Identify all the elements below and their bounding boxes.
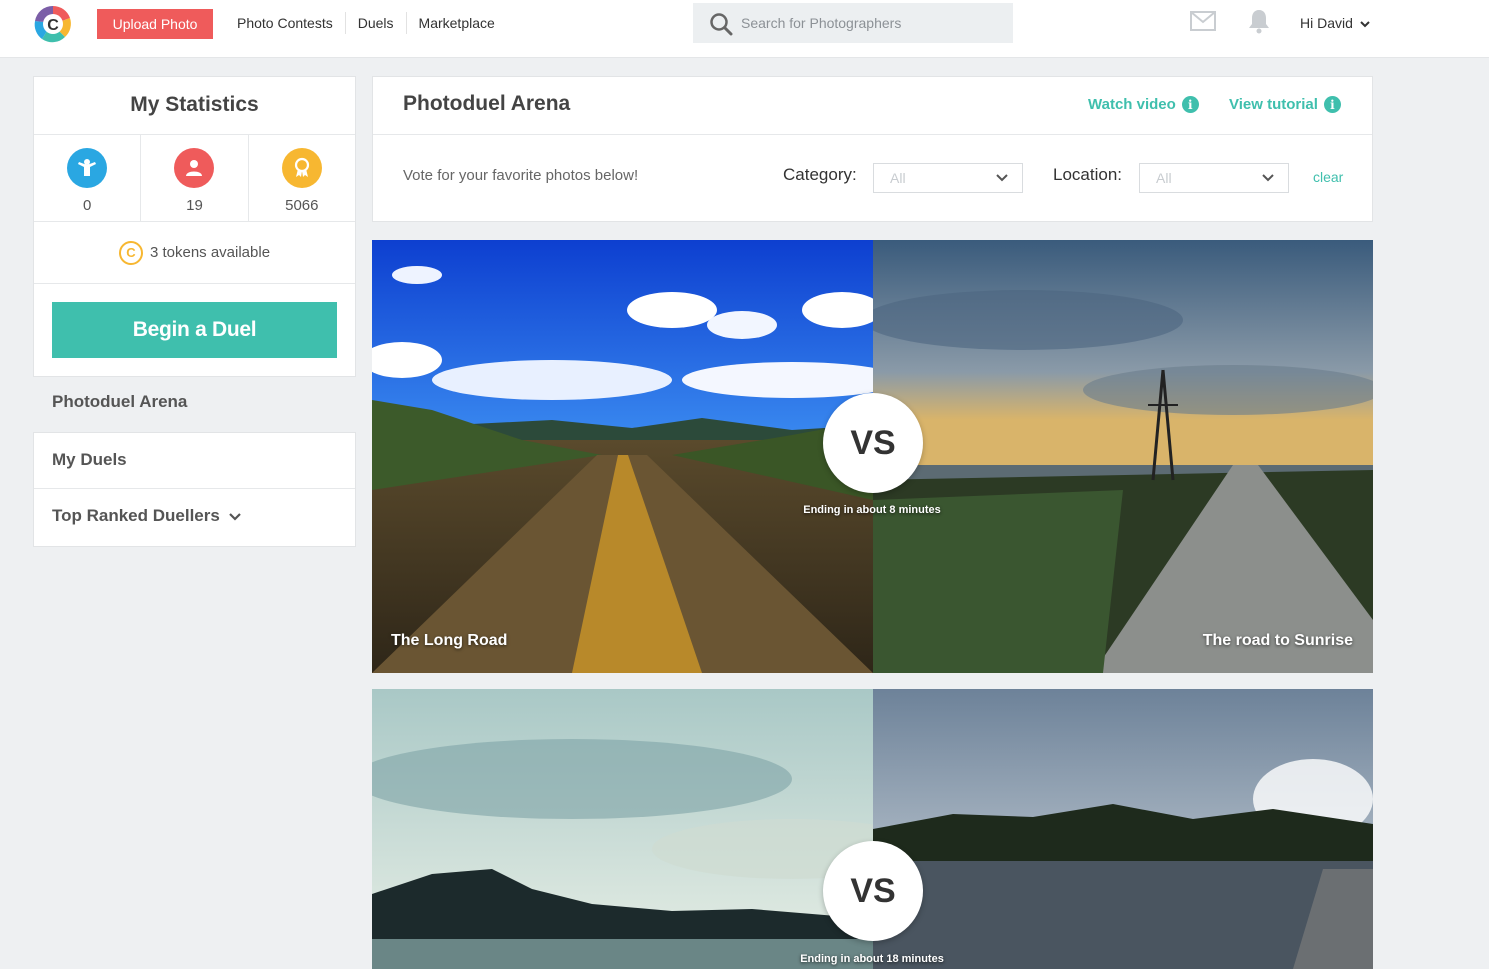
chevron-down-icon	[996, 174, 1008, 182]
vote-instructions: Vote for your favorite photos below!	[403, 167, 639, 184]
duel-card: The Long Road The road to Sunrise VS End…	[372, 240, 1373, 673]
main-nav: Photo Contests Duels Marketplace	[225, 12, 507, 34]
stat-points-value: 5066	[285, 197, 319, 214]
duel-photo-left[interactable]: The Long Road	[372, 240, 873, 673]
clear-filters-link[interactable]: clear	[1313, 169, 1343, 185]
location-select[interactable]: All	[1139, 163, 1289, 193]
view-tutorial-link[interactable]: View tutorial i	[1229, 96, 1341, 113]
search-icon[interactable]	[709, 12, 733, 36]
stat-followers-value: 19	[186, 197, 203, 214]
stat-points: 5066	[249, 135, 355, 221]
stat-followers: 19	[141, 135, 249, 221]
duel-card: VS Ending in about 18 minutes	[372, 689, 1373, 969]
sidebar-menu: My Duels Top Ranked Duellers	[33, 432, 356, 547]
photo-lake-dusk-image	[372, 689, 873, 969]
mail-icon[interactable]	[1190, 11, 1216, 31]
user-icon	[174, 148, 215, 188]
user-menu[interactable]: Hi David	[1300, 12, 1370, 34]
tokens-info: C 3 tokens available	[34, 222, 355, 284]
svg-text:C: C	[47, 17, 59, 34]
photo-road-to-sunrise-image	[873, 240, 1373, 673]
sidebar-item-top-ranked-duellers[interactable]: Top Ranked Duellers	[34, 489, 355, 546]
duel-person-icon	[67, 148, 108, 188]
duel-photo-title-right: The road to Sunrise	[1202, 632, 1353, 649]
upload-photo-button[interactable]: Upload Photo	[97, 9, 213, 39]
watch-video-label: Watch video	[1088, 96, 1176, 113]
photo-long-road-image	[372, 240, 873, 673]
stat-duels: 0	[34, 135, 142, 221]
begin-duel-button[interactable]: Begin a Duel	[52, 302, 337, 358]
duel-photo-right[interactable]	[873, 689, 1373, 969]
arena-header: Photoduel Arena Watch video i View tutor…	[373, 77, 1372, 135]
token-coin-icon: C	[118, 240, 143, 265]
sidebar-item-my-duels[interactable]: My Duels	[34, 433, 355, 489]
duel-ending-time: Ending in about 18 minutes	[800, 953, 944, 965]
sidebar-item-photoduel-arena[interactable]: Photoduel Arena	[52, 392, 187, 412]
location-select-value: All	[1156, 170, 1172, 186]
duel-photo-title-left: The Long Road	[391, 632, 508, 649]
chevron-down-icon	[1360, 21, 1370, 28]
user-greeting: Hi David	[1300, 15, 1353, 31]
site-logo-icon[interactable]: C	[32, 3, 74, 45]
award-ribbon-icon	[281, 148, 322, 188]
nav-photo-contests[interactable]: Photo Contests	[225, 12, 346, 34]
view-tutorial-label: View tutorial	[1229, 96, 1318, 113]
duel-ending-time: Ending in about 8 minutes	[803, 504, 941, 516]
notifications-bell-icon[interactable]	[1247, 8, 1271, 34]
photoduel-arena-card: Photoduel Arena Watch video i View tutor…	[372, 76, 1373, 222]
tokens-text: 3 tokens available	[149, 244, 271, 261]
duel-photo-right[interactable]: The road to Sunrise	[873, 240, 1373, 673]
watch-video-link[interactable]: Watch video i	[1088, 96, 1199, 113]
nav-duels[interactable]: Duels	[346, 12, 407, 34]
category-label: Category:	[783, 165, 857, 184]
info-icon: i	[1181, 96, 1199, 113]
info-icon: i	[1323, 96, 1341, 113]
vs-badge: VS	[823, 841, 923, 941]
statistics-row: 0 19 5066	[34, 135, 355, 222]
duel-photo-left[interactable]	[372, 689, 873, 969]
nav-marketplace[interactable]: Marketplace	[407, 12, 507, 34]
page-title: Photoduel Arena	[403, 92, 571, 115]
search-input[interactable]	[741, 3, 1001, 43]
stat-duels-value: 0	[82, 197, 92, 214]
category-select-value: All	[890, 170, 906, 186]
vs-badge: VS	[823, 393, 923, 493]
chevron-down-icon	[228, 513, 241, 521]
my-statistics-card: My Statistics 0 19 5066 C 3 tokens avail…	[33, 76, 356, 377]
photo-river-sunset-image	[873, 689, 1373, 969]
location-label: Location:	[1053, 165, 1122, 184]
sidebar-item-label: Top Ranked Duellers	[52, 506, 220, 525]
category-select[interactable]: All	[873, 163, 1023, 193]
top-navigation-bar: C Upload Photo Photo Contests Duels Mark…	[0, 0, 1489, 58]
search-box	[693, 3, 1013, 43]
chevron-down-icon	[1262, 174, 1274, 182]
statistics-title: My Statistics	[34, 77, 355, 135]
